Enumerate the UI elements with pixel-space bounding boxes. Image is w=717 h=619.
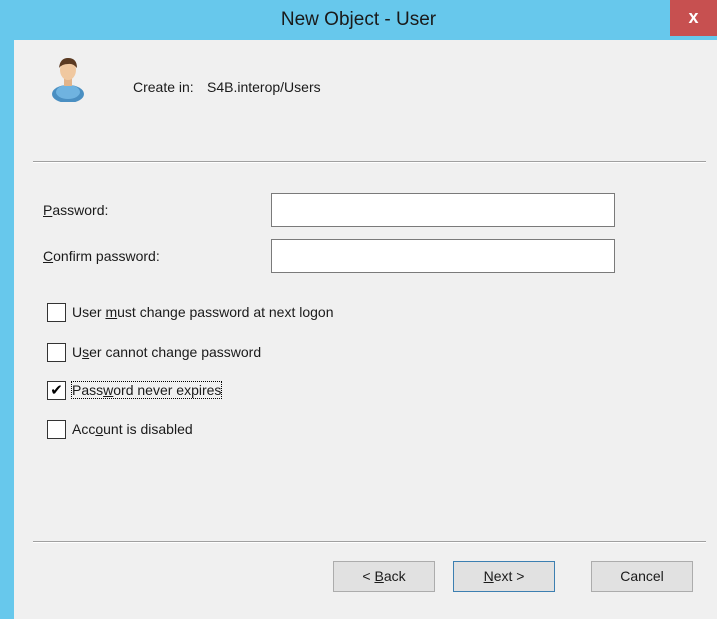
cannot-change-checkbox[interactable] [47, 343, 66, 362]
title-bar[interactable]: New Object - User x [0, 0, 717, 40]
cannot-change-label: User cannot change password [72, 344, 262, 360]
create-in-path: S4B.interop/Users [207, 79, 321, 95]
never-expires-checkbox[interactable]: ✔ [47, 381, 66, 400]
must-change-label: User must change password at next logon [72, 304, 334, 320]
close-button[interactable]: x [670, 0, 717, 36]
cancel-button[interactable]: Cancel [591, 561, 693, 592]
password-input[interactable] [271, 193, 615, 227]
must-change-checkbox[interactable] [47, 303, 66, 322]
confirm-label-text: onfirm password: [53, 248, 160, 264]
window-title: New Object - User [280, 9, 437, 30]
password-mnemonic: P [43, 202, 53, 218]
create-in-label: Create in: [133, 79, 194, 95]
checkmark-icon: ✔ [50, 382, 63, 399]
next-button[interactable]: Next > [453, 561, 555, 592]
close-icon: x [688, 7, 699, 27]
header-separator [33, 161, 706, 163]
back-button[interactable]: < Back [333, 561, 435, 592]
confirm-mnemonic: C [43, 248, 54, 264]
password-label-text: assword: [52, 202, 109, 218]
confirm-password-label: Confirm password: [43, 248, 160, 264]
password-label: Password: [43, 202, 108, 218]
account-disabled-label: Account is disabled [72, 421, 193, 437]
account-disabled-checkbox[interactable] [47, 420, 66, 439]
never-expires-label: Password never expires [70, 381, 223, 399]
dialog-body [14, 40, 717, 619]
footer-separator [33, 541, 706, 543]
confirm-password-input[interactable] [271, 239, 615, 273]
user-icon [52, 58, 84, 102]
